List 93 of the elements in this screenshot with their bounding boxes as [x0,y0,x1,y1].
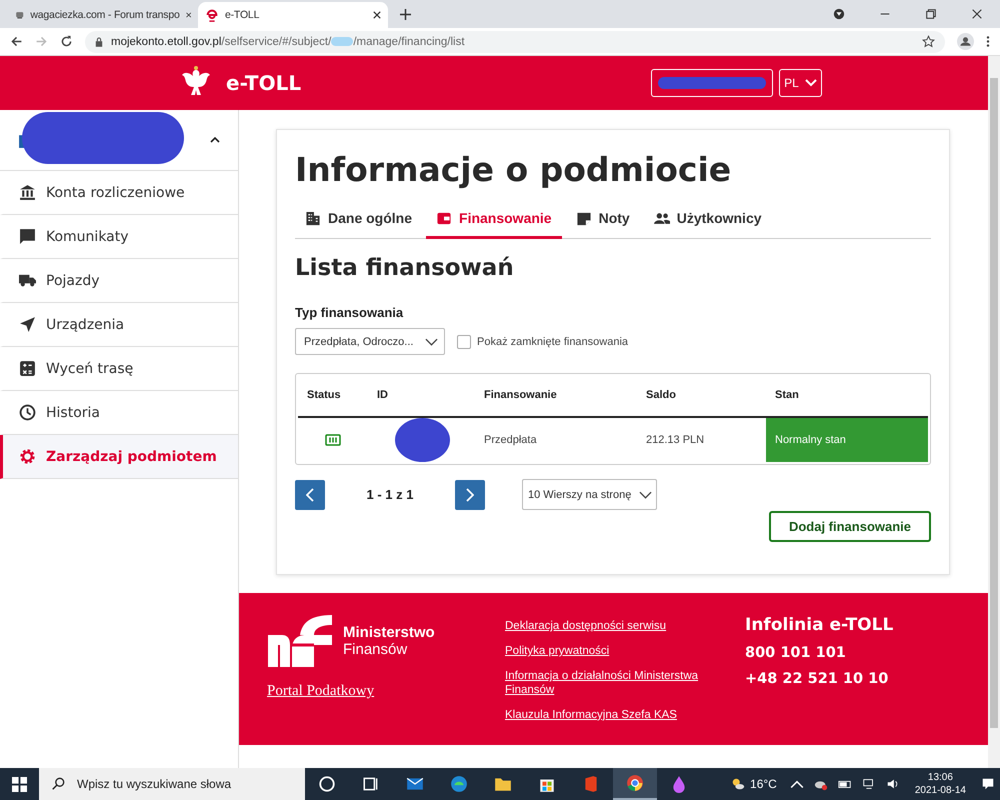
column-header: Status [306,389,342,401]
redaction-mark [395,418,450,462]
next-page-button[interactable] [455,480,485,510]
section-title: Lista finansowań [295,255,515,281]
ministry-name: Ministerstwo [343,624,435,641]
taskbar-search-field[interactable]: Wpisz tu wyszukiwane słowa [39,768,305,800]
sidebar-item[interactable]: Pojazdy [0,259,238,303]
chrome-icon[interactable] [626,774,644,792]
page-title: Informacje o podmiocie [295,150,732,189]
site-logo[interactable]: e-TOLL [226,71,302,95]
back-icon[interactable] [10,35,23,48]
navigation-arrow-icon [19,316,36,333]
note-icon [576,210,592,226]
restore-icon[interactable] [925,8,937,20]
caret-up-icon [210,137,220,143]
sidebar-item[interactable]: Komunikaty [0,215,238,259]
footer-link[interactable]: Deklaracja dostępności serwisu [505,620,745,634]
hotline-title: Infolinia e-TOLL [745,615,894,635]
chevron-down-icon [639,490,652,498]
windows-start-icon[interactable] [12,776,27,792]
profile-menu-icon[interactable] [833,8,845,20]
column-header: ID [376,389,389,401]
phone-number: +48 22 521 10 10 [745,671,890,687]
lock-icon [95,36,103,46]
previous-page-button[interactable] [295,480,325,510]
message-icon [19,228,36,245]
bank-icon [19,184,36,201]
browser-tab[interactable]: e-TOLL [198,2,388,28]
chevron-down-icon [425,338,438,346]
checkbox[interactable] [457,334,471,348]
column-header: Finansowanie [483,389,558,401]
site-icon [205,8,219,22]
taskbar-clock[interactable]: 13:06 2021-08-14 [914,771,966,797]
ministry-logo-icon [267,615,333,667]
weather-icon[interactable] [731,777,746,791]
column-header: Saldo [645,389,677,401]
close-icon[interactable] [971,8,983,20]
financing-type-select[interactable]: Przedpłata, Odroczo... [295,328,445,355]
search-icon [51,777,65,791]
redaction-mark [331,36,354,46]
sidebar-item[interactable]: Konta rozliczeniowe [0,171,238,215]
footer-link[interactable]: Informacja o działalności Ministerstwa Finansów [505,670,745,697]
edge-icon[interactable] [450,775,468,793]
portal-link[interactable]: Portal Podatkowy [267,683,374,700]
sidebar-item[interactable]: Wyceń trasę [0,347,238,391]
rows-per-page-select[interactable]: 10 Wierszy na stronę [522,479,657,510]
chevron-down-icon [804,79,817,87]
reload-icon[interactable] [60,35,73,48]
temperature[interactable]: 16°C [750,777,777,791]
network-icon[interactable] [862,777,876,791]
battery-icon [325,434,341,446]
checkbox-label: Pokaż zamknięte finansowania [477,336,628,348]
calculator-icon [19,360,36,377]
scrollbar[interactable] [988,56,1000,768]
add-financing-button[interactable]: Dodaj finansowanie [769,511,931,542]
truck-icon [19,272,36,289]
chevron-left-icon [306,488,314,502]
wallet-icon [436,210,452,226]
new-tab-icon[interactable] [400,9,411,20]
gear-icon [19,448,36,465]
notification-icon[interactable] [981,777,995,791]
tab[interactable]: Noty [566,203,640,239]
table-cell-text: 212.13 PLN [645,434,706,446]
ministry-name: Finansów [343,641,408,658]
footer-link[interactable]: Polityka prywatności [505,645,745,658]
browser-tab[interactable]: wagaciezka.com - Forum transpo [8,2,198,28]
tab[interactable]: Dane ogólne [295,203,422,239]
speaker-icon[interactable] [886,777,900,791]
clock-icon [19,404,36,421]
column-header: Stan [774,389,800,401]
sidebar-item[interactable]: Zarządzaj podmiotem [0,435,238,479]
task-view-icon[interactable] [362,775,380,793]
status-cell: Normalny stan [766,418,928,462]
table-cell-text: Przedpłata [483,434,538,446]
language-select[interactable]: PL [779,69,822,97]
footer-link[interactable]: Klauzula Informacyjna Szefa KAS [505,708,745,722]
address-field[interactable]: mojekonto.etoll.gov.pl/selfservice/#/subject/ /manage/financing/list [85,30,945,52]
menu-icon[interactable] [986,35,990,48]
page-range: 1 - 1 z 1 [366,487,414,502]
tab[interactable]: Użytkownicy [644,203,772,239]
account-switcher[interactable] [0,110,238,171]
filter-label: Typ finansowania [295,305,404,320]
star-icon[interactable] [922,35,935,48]
cortana-icon[interactable] [318,775,336,793]
chevron-right-icon [466,488,474,502]
account-button[interactable] [651,69,774,97]
phone-number: 800 101 101 [745,645,847,661]
users-icon [654,210,670,226]
close-icon[interactable] [186,11,191,19]
sidebar-item[interactable]: Urządzenia [0,303,238,347]
tab[interactable]: Finansowanie [426,203,562,239]
close-icon[interactable] [373,11,381,19]
avatar-icon[interactable] [957,33,974,50]
